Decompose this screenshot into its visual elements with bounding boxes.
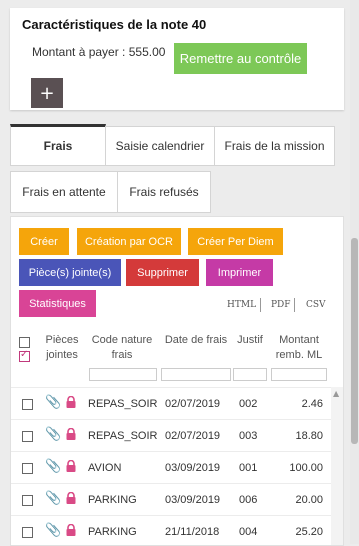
page-scroll-thumb[interactable] [351,238,358,444]
row-justif: 006 [239,494,258,506]
filter-amount-input[interactable] [271,368,327,381]
stats-button[interactable]: Statistiques [19,290,96,317]
row-amount: 100.00 [289,462,323,474]
header-date: Date de frais [164,334,228,346]
delete-button[interactable]: Supprimer [126,259,199,286]
tab-frais-mission[interactable]: Frais de la mission [214,126,335,166]
attachments-button[interactable]: Pièce(s) jointe(s) [19,259,121,286]
row-checkbox[interactable] [22,463,33,474]
filter-date-input[interactable] [161,368,231,381]
row-justif: 001 [239,462,258,474]
row-justif: 004 [239,526,258,538]
row-checkbox[interactable] [22,399,33,410]
header-amount: Montant remb. ML [275,334,323,361]
attachment-icon[interactable]: 📎 [45,491,61,506]
row-date: 03/09/2019 [165,462,221,474]
attachment-icon[interactable]: 📎 [45,395,61,410]
lock-icon [66,460,76,472]
row-code: PARKING [88,526,137,538]
attachment-icon[interactable]: 📎 [45,523,61,538]
header-attachments: Pièces jointes [45,334,79,361]
row-amount: 2.46 [301,398,323,410]
note-title: Caractéristiques de la note 40 [22,17,207,32]
row-amount: 25.20 [295,526,323,538]
export-csv-link[interactable]: CSV [306,300,326,310]
create-button[interactable]: Créer [19,228,69,255]
add-button[interactable]: + [31,78,63,108]
table-row[interactable]: 📎 REPAS_SOIR 02/07/2019 003 18.80 [11,419,343,452]
attachment-icon[interactable]: 📎 [45,427,61,442]
tab-frais-refuses[interactable]: Frais refusés [117,171,211,213]
remettre-controle-button[interactable]: Remettre au contrôle [174,43,307,74]
table-row[interactable]: 📎 PARKING 03/09/2019 006 20.00 [11,483,343,516]
row-justif: 002 [239,398,258,410]
lock-icon [66,524,76,536]
attachment-icon[interactable]: 📎 [45,459,61,474]
lock-icon [66,428,76,440]
tab-saisie-calendrier[interactable]: Saisie calendrier [105,126,215,166]
row-code: REPAS_SOIR [88,398,158,410]
create-ocr-button[interactable]: Création par OCR [77,228,181,255]
row-checkbox[interactable] [22,495,33,506]
row-code: PARKING [88,494,137,506]
print-button[interactable]: Imprimer [206,259,273,286]
lock-icon [66,396,76,408]
export-html-link[interactable]: HTML [227,300,256,310]
create-per-diem-button[interactable]: Créer Per Diem [188,228,283,255]
export-separator [260,298,261,312]
amount-label: Montant à payer : 555.00 [32,45,166,59]
note-card: Caractéristiques de la note 40 Montant à… [10,8,344,110]
page-scrollbar[interactable] [350,0,359,544]
filter-code-input[interactable] [89,368,157,381]
table-scrollbar[interactable]: ▲ [331,387,343,545]
table-row[interactable]: 📎 AVION 03/09/2019 001 100.00 [11,451,343,484]
header-justif: Justif [237,334,263,346]
export-separator [294,298,295,312]
row-code: REPAS_SOIR [88,430,158,442]
select-all-checked-indicator[interactable] [19,349,30,362]
select-all-checkbox[interactable] [19,337,30,348]
tab-frais-en-attente[interactable]: Frais en attente [10,171,118,213]
row-date: 03/09/2019 [165,494,221,506]
row-code: AVION [88,462,122,474]
filter-justif-input[interactable] [233,368,267,381]
frais-panel: Créer Création par OCR Créer Per Diem Pi… [10,216,344,546]
row-amount: 18.80 [295,430,323,442]
export-pdf-link[interactable]: PDF [271,300,291,310]
row-date: 21/11/2018 [165,526,220,538]
tab-frais[interactable]: Frais [10,124,106,166]
table-row[interactable]: 📎 REPAS_SOIR 02/07/2019 002 2.46 [11,387,343,420]
table-row[interactable]: 📎 PARKING 21/11/2018 004 25.20 [11,515,343,545]
row-checkbox[interactable] [22,527,33,538]
scroll-up-icon[interactable]: ▲ [333,389,339,398]
header-code: Code nature frais [91,334,153,361]
row-date: 02/07/2019 [165,430,221,442]
row-justif: 003 [239,430,258,442]
row-date: 02/07/2019 [165,398,221,410]
row-checkbox[interactable] [22,431,33,442]
lock-icon [66,492,76,504]
row-amount: 20.00 [295,494,323,506]
